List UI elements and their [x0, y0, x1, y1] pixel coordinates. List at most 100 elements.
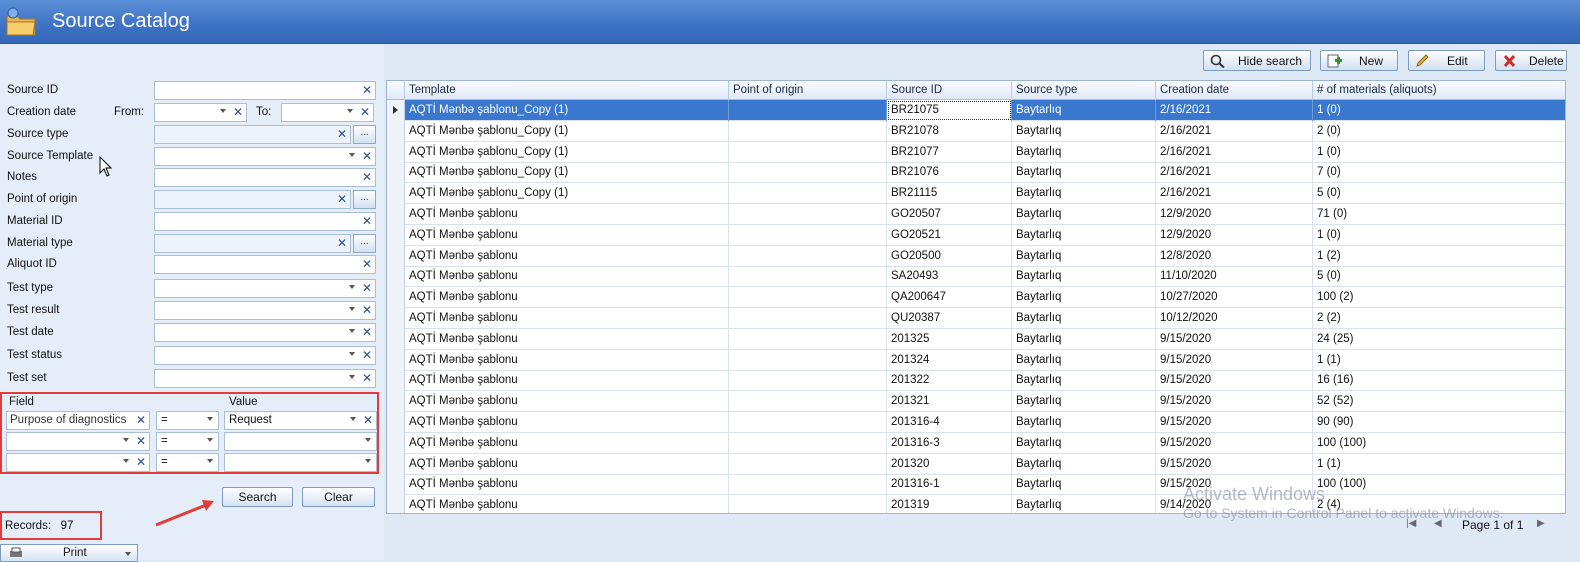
table-row[interactable]: AQTİ Mənbə şablonu_Copy (1) BR21078 Baytar…	[387, 120, 1565, 142]
table-row[interactable]: AQTİ Mənbə şablonu_Copy (1) BR21115 Baytar…	[387, 183, 1565, 205]
cell-point-of-origin[interactable]	[729, 308, 887, 329]
cell-materials[interactable]: 1 (1)	[1313, 350, 1565, 371]
clear-icon[interactable]: ✕	[362, 325, 372, 339]
cell-source-id[interactable]: GO20521	[887, 224, 1012, 246]
cell-source-id[interactable]: BR21076	[887, 162, 1012, 184]
cell-point-of-origin[interactable]	[729, 224, 887, 246]
cell-source-type[interactable]: Baytarlıq	[1012, 328, 1156, 350]
clear-icon[interactable]: ✕	[362, 371, 372, 385]
cell-source-type[interactable]: Baytarlıq	[1012, 100, 1156, 121]
cell-template[interactable]: AQTİ Mənbə şablonu_Copy (1)	[405, 141, 729, 163]
clear-button[interactable]: Clear	[302, 487, 375, 507]
clear-icon[interactable]: ✕	[136, 434, 146, 448]
chevron-down-icon[interactable]	[123, 438, 129, 442]
chevron-down-icon[interactable]	[349, 329, 355, 333]
clear-icon[interactable]: ✕	[362, 149, 372, 163]
cell-source-id[interactable]: GO20507	[887, 204, 1012, 225]
cell-template[interactable]: AQTİ Mənbə şablonu	[405, 370, 729, 392]
chevron-down-icon[interactable]	[365, 459, 371, 463]
cell-template[interactable]: AQTİ Mənbə şablonu_Copy (1)	[405, 100, 729, 121]
cell-materials[interactable]: 5 (0)	[1313, 183, 1565, 204]
cell-creation-date[interactable]: 2/16/2021	[1156, 120, 1313, 142]
edit-button[interactable]: Edit	[1408, 50, 1485, 71]
row-indicator[interactable]	[387, 432, 405, 454]
cell-source-type[interactable]: Baytarlıq	[1012, 432, 1156, 454]
cell-template[interactable]: AQTİ Mənbə şablonu	[405, 453, 729, 475]
value-select[interactable]	[224, 432, 377, 451]
date-to-input[interactable]: ✕	[281, 103, 374, 122]
cell-materials[interactable]: 1 (0)	[1313, 142, 1565, 163]
table-row[interactable]: AQTİ Mənbə şablonu 201325 Baytarlıq 9/15/20…	[387, 328, 1565, 350]
cell-source-type[interactable]: Baytarlıq	[1012, 453, 1156, 475]
table-row[interactable]: AQTİ Mənbə şablonu GO20521 Baytarlıq 12/9/2…	[387, 224, 1565, 246]
cell-source-type[interactable]: Baytarlıq	[1012, 349, 1156, 371]
cell-source-type[interactable]: Baytarlıq	[1012, 183, 1156, 205]
cell-creation-date[interactable]: 9/15/2020	[1156, 432, 1313, 454]
date-from-input[interactable]: ✕	[154, 103, 247, 122]
cell-source-id[interactable]: BR21115	[887, 183, 1012, 205]
clear-icon[interactable]: ✕	[362, 214, 372, 228]
cell-point-of-origin[interactable]	[729, 245, 887, 267]
table-row[interactable]: AQTİ Mənbə şablonu 201324 Baytarlıq 9/15/20…	[387, 349, 1565, 371]
cell-template[interactable]: AQTİ Mənbə şablonu	[405, 432, 729, 454]
clear-icon[interactable]: ✕	[362, 303, 372, 317]
cell-template[interactable]: AQTİ Mənbə şablonu_Copy (1)	[405, 120, 729, 142]
table-row[interactable]: AQTİ Mənbə şablonu GO20500 Baytarlıq 12/8/2…	[387, 245, 1565, 267]
clear-icon[interactable]: ✕	[337, 192, 347, 206]
cell-source-id[interactable]: 201319	[887, 495, 1012, 513]
value-select[interactable]: Request ✕	[224, 411, 377, 430]
cell-materials[interactable]: 1 (0)	[1313, 100, 1565, 121]
clear-icon[interactable]: ✕	[362, 281, 372, 295]
cell-template[interactable]: AQTİ Mənbə şablonu	[405, 349, 729, 371]
cell-template[interactable]: AQTİ Mənbə şablonu	[405, 287, 729, 309]
cell-point-of-origin[interactable]	[729, 100, 887, 121]
cell-materials[interactable]: 2 (2)	[1313, 308, 1565, 329]
table-row[interactable]: AQTİ Mənbə şablonu QU20387 Baytarlıq 10/12/…	[387, 308, 1565, 329]
chevron-down-icon[interactable]	[349, 285, 355, 289]
chevron-down-icon[interactable]	[350, 417, 356, 421]
cell-source-id[interactable]: 201321	[887, 391, 1012, 413]
table-row[interactable]: AQTİ Mənbə şablonu_Copy (1) BR21075 Baytar…	[387, 100, 1565, 121]
cell-materials[interactable]: 2 (0)	[1313, 121, 1565, 142]
cell-source-id[interactable]: 201316-4	[887, 412, 1012, 433]
cell-template[interactable]: AQTİ Mənbə şablonu	[405, 495, 729, 513]
cell-template[interactable]: AQTİ Mənbə şablonu	[405, 308, 729, 329]
clear-icon[interactable]: ✕	[337, 236, 347, 250]
clear-icon[interactable]: ✕	[136, 455, 146, 469]
row-indicator[interactable]	[387, 204, 405, 225]
cell-template[interactable]: AQTİ Mənbə şablonu	[405, 224, 729, 246]
cell-source-type[interactable]: Baytarlıq	[1012, 495, 1156, 513]
operator-select[interactable]: =	[156, 453, 219, 472]
clear-icon[interactable]: ✕	[362, 257, 372, 271]
cell-source-id[interactable]: 201325	[887, 328, 1012, 350]
row-indicator[interactable]	[387, 328, 405, 350]
cell-source-id[interactable]: QU20387	[887, 308, 1012, 329]
clear-icon[interactable]: ✕	[362, 348, 372, 362]
column-header-source-type[interactable]: Source type	[1012, 81, 1156, 100]
cell-creation-date[interactable]: 2/16/2021	[1156, 183, 1313, 205]
clear-icon[interactable]: ✕	[362, 83, 372, 97]
row-indicator[interactable]	[387, 412, 405, 433]
cell-creation-date[interactable]: 2/16/2021	[1156, 141, 1313, 163]
cell-source-type[interactable]: Baytarlıq	[1012, 266, 1156, 288]
table-row[interactable]: AQTİ Mənbə şablonu_Copy (1) BR21077 Baytar…	[387, 141, 1565, 163]
cell-point-of-origin[interactable]	[729, 266, 887, 288]
table-row[interactable]: AQTİ Mənbə şablonu 201316-3 Baytarlıq 9/15/…	[387, 432, 1565, 454]
cell-source-id[interactable]: BR21078	[887, 120, 1012, 142]
cell-point-of-origin[interactable]	[729, 349, 887, 371]
column-header-creation-date[interactable]: Creation date	[1156, 81, 1313, 100]
row-indicator[interactable]	[387, 287, 405, 309]
point-of-origin-input[interactable]: ✕	[154, 190, 351, 209]
cell-creation-date[interactable]: 11/10/2020	[1156, 266, 1313, 288]
chevron-down-icon[interactable]	[365, 438, 371, 442]
column-header-template[interactable]: Template	[405, 81, 729, 100]
row-indicator[interactable]	[387, 349, 405, 371]
test-set-select[interactable]: ✕	[154, 369, 376, 388]
chevron-down-icon[interactable]	[207, 459, 213, 463]
hide-search-button[interactable]: Hide search	[1203, 50, 1311, 71]
delete-button[interactable]: Delete	[1495, 50, 1567, 71]
source-id-input[interactable]: ✕	[154, 81, 376, 100]
cell-creation-date[interactable]: 9/15/2020	[1156, 370, 1313, 392]
cell-source-id[interactable]: BR21075	[887, 100, 1012, 121]
cell-template[interactable]: AQTİ Mənbə şablonu	[405, 245, 729, 267]
